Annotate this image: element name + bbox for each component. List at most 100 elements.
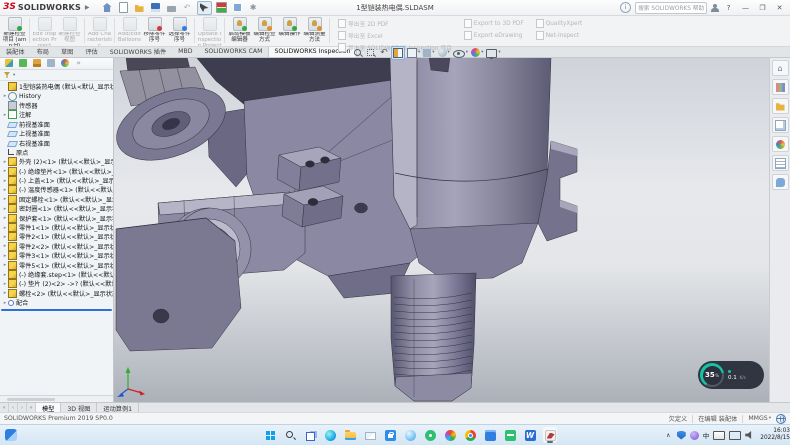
3d-model[interactable]	[114, 57, 769, 402]
apply-scene-icon[interactable]: ▾	[485, 47, 501, 59]
home-icon[interactable]	[101, 2, 114, 14]
keyboard-icon[interactable]	[713, 431, 725, 440]
tree-item[interactable]: ▸零件2<1> (默认<<默认>_显示状	[0, 232, 113, 241]
propertymanager-tab-icon[interactable]	[17, 58, 28, 68]
rebuild-icon[interactable]	[215, 2, 228, 14]
undo-icon[interactable]: ↶	[181, 2, 194, 14]
tree-item[interactable]: ▸注解	[0, 110, 113, 119]
configurationmanager-tab-icon[interactable]	[31, 58, 42, 68]
dropdown-caret-icon[interactable]: ▾	[448, 50, 450, 55]
search-input[interactable]: 搜索 SOLIDWORKS 帮助 ▾	[635, 2, 707, 14]
close-button[interactable]: ✕	[773, 2, 786, 14]
tree-item[interactable]: ▸History	[0, 91, 113, 100]
dropdown-caret-icon[interactable]: ▾	[418, 50, 420, 55]
app-colorwheel-icon[interactable]	[443, 427, 457, 443]
new-document-icon[interactable]	[117, 2, 130, 14]
previous-view-icon[interactable]: ↶	[378, 47, 390, 59]
dropdown-caret-icon[interactable]: ▾	[498, 50, 500, 55]
filter-caret-icon[interactable]: ▾	[13, 73, 15, 78]
display-settings-icon[interactable]	[231, 2, 244, 14]
tree-item[interactable]: ▸(-) 上盖<1> (默认<<默认>_显示状	[0, 176, 113, 185]
solidworks-icon[interactable]	[543, 427, 557, 443]
annotation-view-icon[interactable]: ▾	[406, 47, 421, 59]
display-style-icon[interactable]: ▾	[437, 47, 451, 59]
tree-item[interactable]: ▸(-) 垫片 (2)<2> ->? (默认<<默认	[0, 279, 113, 288]
featuremanager-tab-icon[interactable]	[3, 58, 14, 68]
app-green-icon[interactable]	[423, 427, 437, 443]
tree-item[interactable]: ▸固定螺栓<1> (默认<<默认>_显示	[0, 195, 113, 204]
open-icon[interactable]	[133, 2, 146, 14]
help-button[interactable]: ?	[722, 2, 735, 14]
tree-item[interactable]: ▸零件3<1> (默认<<默认>_显示状	[0, 251, 113, 260]
design-library-icon[interactable]	[772, 79, 789, 95]
search-icon[interactable]	[283, 427, 297, 443]
app-blue-icon[interactable]	[403, 427, 417, 443]
remote-desktop-icon[interactable]	[483, 427, 497, 443]
tree-item[interactable]: ▸密封圈<1> (默认<<默认>_显示状	[0, 204, 113, 213]
section-view-icon[interactable]	[391, 46, 405, 60]
volume-icon[interactable]	[745, 431, 754, 440]
view-palette-icon[interactable]	[772, 117, 789, 133]
edge-icon[interactable]	[323, 427, 337, 443]
tree-item[interactable]: ▸(-) 绝缘套.step<1> (默认<<默认	[0, 270, 113, 279]
restore-button[interactable]: ❐	[756, 2, 769, 14]
displaymanager-tab-icon[interactable]	[59, 58, 70, 68]
welcome-help-icon[interactable]: i	[620, 2, 631, 13]
resources-home-icon[interactable]: ⌂	[772, 60, 789, 76]
custom-properties-icon[interactable]	[772, 155, 789, 171]
task-view-icon[interactable]	[303, 427, 317, 443]
forum-icon[interactable]	[772, 174, 789, 190]
options-gear-icon[interactable]: ✱	[247, 2, 260, 14]
globe-icon[interactable]	[776, 414, 786, 424]
tree-item[interactable]: ▸(-) 温度传感器<1> (默认<<默认>_	[0, 185, 113, 194]
ribbon-button[interactable]: 编辑操作	[277, 15, 302, 46]
tree-item[interactable]: ▸配合	[0, 298, 113, 307]
taskbar-clock[interactable]: 16:03 2022/8/15	[760, 428, 790, 442]
file-explorer-icon[interactable]	[772, 98, 789, 114]
app-logo[interactable]: ЗS SOLIDWORKS ▶	[0, 3, 93, 12]
search-icon[interactable]	[706, 4, 707, 11]
login-user-icon[interactable]	[711, 4, 718, 12]
tree-filter-row[interactable]: ▾	[0, 70, 113, 81]
start-icon[interactable]	[263, 427, 277, 443]
ribbon-button[interactable]: 启动模板编辑器	[227, 15, 252, 46]
menu-expand-arrow-icon[interactable]: ▶	[85, 4, 90, 11]
unit-caret-icon[interactable]: ▾	[769, 416, 771, 421]
dropdown-caret-icon[interactable]: ▾	[466, 50, 468, 55]
tree-item[interactable]: ▸零件2<2> (默认<<默认>_显示状	[0, 242, 113, 251]
minimize-button[interactable]: —	[739, 2, 752, 14]
tree-item[interactable]: ▸螺栓<2> (默认<<默认>_显示状态	[0, 289, 113, 298]
tree-item[interactable]: ▸外壳 (2)<1> (默认<<默认>_显示状	[0, 157, 113, 166]
shield-icon[interactable]	[677, 431, 686, 440]
graphics-viewport[interactable]: 35 % 0.1 K/s	[114, 57, 769, 402]
panel-horizontal-scrollbar[interactable]	[0, 395, 113, 402]
scrollbar-thumb[interactable]	[7, 398, 55, 401]
tree-item[interactable]: 传感器	[0, 101, 113, 110]
ribbon-button[interactable]: 新建检查项目 (amp;H)	[2, 15, 27, 46]
zoom-indicator[interactable]: 35 % 0.1 K/s	[698, 361, 764, 389]
zoom-fit-icon[interactable]	[352, 47, 364, 59]
tree-item[interactable]: ▸保护套<1> (默认<<默认>_显示状	[0, 213, 113, 222]
widgets-icon[interactable]	[5, 429, 17, 441]
expand-tabs-icon[interactable]: »	[73, 58, 84, 68]
dropdown-caret-icon[interactable]: ▾	[481, 50, 483, 55]
chrome-icon[interactable]	[463, 427, 477, 443]
ball-icon[interactable]	[690, 431, 699, 440]
filter-funnel-icon[interactable]	[4, 72, 10, 78]
view-orientation-icon[interactable]: ▾	[422, 47, 435, 59]
chevron-up-icon[interactable]: ∧	[664, 431, 673, 440]
appearances-icon[interactable]	[772, 136, 789, 152]
dimxpert-tab-icon[interactable]	[45, 58, 56, 68]
zoom-area-icon[interactable]	[365, 47, 377, 59]
edit-appearance-icon[interactable]: ▾	[470, 47, 484, 59]
select-cursor-icon[interactable]	[197, 1, 212, 15]
tree-item[interactable]: ▸(-) 绝缘垫片<1> (默认<<默认>_显	[0, 167, 113, 176]
file-explorer-icon[interactable]	[343, 427, 357, 443]
tree-item[interactable]: ▸零件5<1> (默认<<默认>_显示状	[0, 260, 113, 269]
cast-icon[interactable]	[729, 431, 741, 440]
ime-indicator[interactable]: 中	[703, 430, 710, 440]
unit-system[interactable]: MMGS	[748, 415, 767, 422]
save-icon[interactable]	[149, 2, 162, 14]
wps-icon[interactable]	[503, 427, 517, 443]
word-icon[interactable]: W	[523, 427, 537, 443]
